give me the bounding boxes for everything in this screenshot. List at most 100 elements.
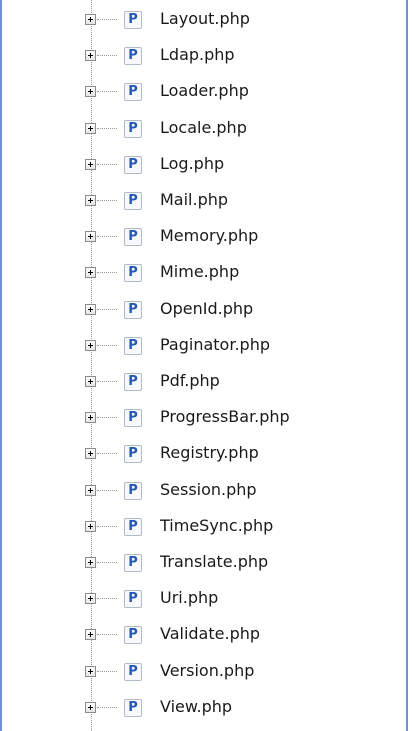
tree-item[interactable]: P Uri.php	[2, 582, 406, 618]
tree-item[interactable]: P TimeSync.php	[2, 510, 406, 546]
tree-item[interactable]: P Pdf.php	[2, 365, 406, 401]
file-tree-panel: P Layout.php P Ldap.php P Loader.php P Locale.p…	[0, 0, 408, 731]
tree-connector-line	[97, 200, 117, 201]
tree-connector-line	[97, 19, 117, 20]
php-file-icon: P	[124, 626, 142, 645]
tree-item-label: Ldap.php	[160, 45, 235, 65]
tree-item-label: Version.php	[160, 660, 255, 680]
tree-connector-line	[97, 163, 117, 165]
tree-item-label: Pdf.php	[160, 371, 220, 390]
expand-plus-icon[interactable]	[85, 14, 96, 25]
expand-plus-icon[interactable]	[85, 231, 96, 243]
tree-connector-line	[97, 236, 117, 238]
tree-item-label: Mail.php	[160, 190, 229, 209]
expand-plus-icon[interactable]	[85, 86, 96, 98]
php-file-icon: P	[124, 336, 142, 355]
tree-item-label: Uri.php	[160, 588, 219, 608]
expand-plus-icon[interactable]	[85, 701, 96, 713]
tree-item-label: Validate.php	[160, 624, 261, 644]
tree-item[interactable]: P Mime.php	[2, 256, 406, 292]
tree-connector-line	[97, 706, 117, 708]
php-file-icon: P	[124, 662, 142, 681]
tree-connector-line	[97, 670, 117, 672]
tree-connector-line	[97, 381, 117, 382]
tree-item-label: Translate.php	[160, 552, 269, 571]
tree-item-label: Loader.php	[160, 81, 249, 101]
tree-item[interactable]: P ProgressBar.php	[2, 401, 406, 437]
expand-plus-icon[interactable]	[85, 339, 96, 351]
expand-plus-icon[interactable]	[85, 122, 96, 134]
tree-item[interactable]: P Translate.php	[2, 546, 406, 582]
php-file-icon: P	[124, 264, 142, 283]
tree-item-label: Session.php	[160, 479, 257, 499]
tree-connector-line	[97, 272, 117, 274]
tree-item-label: Log.php	[160, 153, 225, 173]
expand-plus-icon[interactable]	[85, 267, 96, 279]
tree-item[interactable]: P Memory.php	[2, 220, 406, 256]
tree-connector-line	[97, 55, 117, 57]
php-file-icon: P	[124, 155, 142, 174]
tree-item[interactable]: P View.php	[2, 691, 406, 727]
tree-item[interactable]: P Session.php	[2, 474, 406, 510]
tree-item[interactable]: P Loader.php	[2, 75, 406, 111]
tree-item-label: ProgressBar.php	[160, 407, 290, 427]
php-file-icon: P	[124, 373, 142, 391]
php-file-icon: P	[124, 481, 142, 500]
expand-plus-icon[interactable]	[85, 665, 96, 677]
php-file-icon: P	[124, 228, 142, 247]
expand-plus-icon[interactable]	[85, 158, 96, 170]
tree-connector-line	[97, 562, 117, 563]
expand-plus-icon[interactable]	[85, 593, 96, 605]
tree-item[interactable]: P Locale.php	[2, 112, 406, 148]
tree-item-label: Registry.php	[160, 443, 259, 463]
php-file-icon: P	[124, 83, 142, 102]
expand-plus-icon[interactable]	[85, 629, 96, 641]
expand-plus-icon[interactable]	[85, 484, 96, 496]
php-file-icon: P	[124, 590, 142, 609]
tree-connector-line	[97, 91, 117, 93]
tree-connector-line	[97, 598, 117, 600]
tree-connector-line	[97, 489, 117, 491]
php-file-icon: P	[124, 47, 142, 66]
php-file-icon: P	[124, 119, 142, 138]
expand-plus-icon[interactable]	[85, 448, 96, 460]
tree-item[interactable]: P Validate.php	[2, 618, 406, 654]
php-file-icon: P	[124, 554, 142, 572]
tree-connector-line	[97, 127, 117, 129]
tree-connector-line	[97, 308, 117, 310]
tree-item-label: Paginator.php	[160, 334, 270, 354]
php-file-icon: P	[124, 517, 142, 536]
tree-item-label: Mime.php	[160, 262, 240, 282]
tree-item[interactable]: P Version.php	[2, 655, 406, 691]
php-file-icon: P	[124, 300, 142, 319]
tree-item-label: TimeSync.php	[160, 515, 274, 535]
expand-plus-icon[interactable]	[85, 376, 96, 387]
tree-item[interactable]: P Paginator.php	[2, 329, 406, 365]
tree-item[interactable]: P Mail.php	[2, 184, 406, 220]
tree-item-label: OpenId.php	[160, 298, 254, 318]
php-file-icon: P	[124, 698, 142, 717]
php-file-icon: P	[124, 192, 142, 210]
tree-item-label: Layout.php	[160, 9, 250, 28]
tree-item[interactable]: P Log.php	[2, 148, 406, 184]
file-tree: P Layout.php P Ldap.php P Loader.php P Locale.p…	[2, 0, 406, 731]
tree-connector-line	[97, 417, 117, 419]
tree-item[interactable]: P Registry.php	[2, 437, 406, 473]
expand-plus-icon[interactable]	[85, 50, 96, 62]
tree-item[interactable]: P OpenId.php	[2, 293, 406, 329]
expand-plus-icon[interactable]	[85, 557, 96, 568]
tree-connector-line	[97, 344, 117, 346]
tree-item-label: Memory.php	[160, 226, 259, 246]
tree-connector-line	[97, 453, 117, 455]
tree-connector-line	[97, 525, 117, 527]
php-file-icon: P	[124, 445, 142, 464]
tree-item-label: Locale.php	[160, 117, 247, 137]
php-file-icon: P	[124, 11, 142, 29]
expand-plus-icon[interactable]	[85, 195, 96, 206]
expand-plus-icon[interactable]	[85, 412, 96, 424]
tree-connector-line	[97, 634, 117, 636]
tree-item[interactable]: P Ldap.php	[2, 39, 406, 75]
expand-plus-icon[interactable]	[85, 303, 96, 315]
tree-item[interactable]: P Layout.php	[2, 3, 406, 39]
expand-plus-icon[interactable]	[85, 520, 96, 532]
